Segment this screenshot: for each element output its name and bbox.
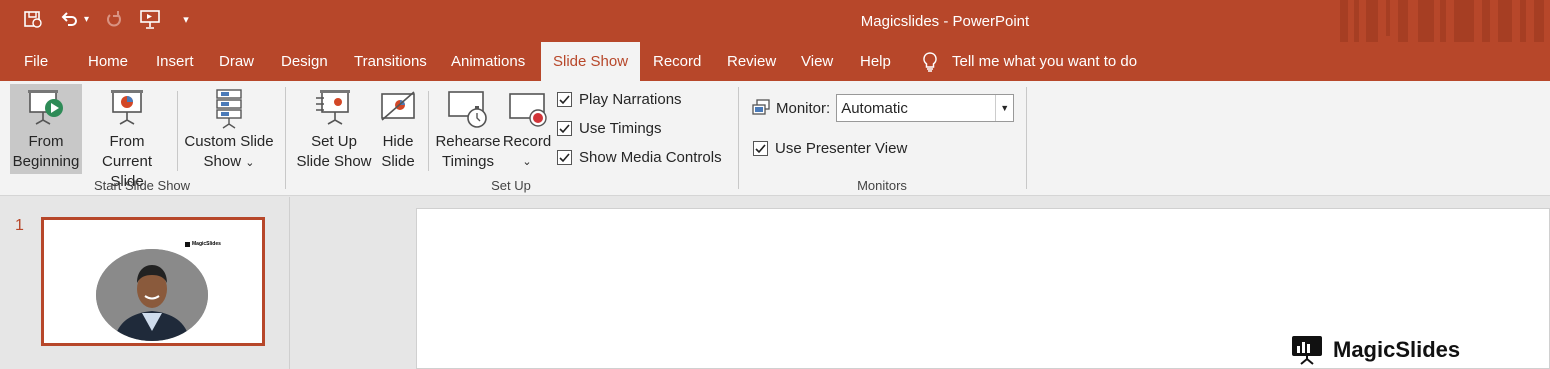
- brand-name: MagicSlides: [1333, 337, 1461, 362]
- tab-help[interactable]: Help: [848, 42, 903, 81]
- monitor-select[interactable]: Automatic ▼: [836, 94, 1015, 122]
- show-media-controls-label: Show Media Controls: [579, 149, 722, 166]
- use-timings-checkbox[interactable]: Use Timings: [557, 120, 662, 137]
- from-beginning-line1: From: [28, 133, 64, 150]
- tab-review[interactable]: Review: [715, 42, 788, 81]
- checkmark-icon: [557, 92, 572, 107]
- custom-slide-show-button[interactable]: Custom Slide Show ⌄: [182, 84, 276, 173]
- ribbon-tabs: File Home Insert Draw Design Transitions…: [0, 42, 1550, 81]
- slide-canvas[interactable]: MagicSlides: [416, 208, 1550, 369]
- setup-show-line2: Slide Show: [296, 153, 372, 170]
- show-media-controls-checkbox[interactable]: Show Media Controls: [557, 149, 722, 166]
- tab-draw[interactable]: Draw: [207, 42, 266, 81]
- from-current-line1: From: [109, 133, 145, 150]
- hide-slide-button[interactable]: Hide Slide: [376, 84, 420, 172]
- hide-slide-line2: Slide: [381, 153, 415, 170]
- title-bar-decoration: [1340, 0, 1544, 42]
- record-icon: [509, 93, 547, 127]
- checkmark-icon: [753, 141, 768, 156]
- tell-me-text: Tell me what you want to do: [952, 53, 1138, 70]
- thumbnail-logo: MagicSlides: [185, 241, 221, 247]
- presenter-view-label: Use Presenter View: [775, 140, 908, 157]
- use-timings-label: Use Timings: [579, 120, 662, 137]
- monitor-icon: [752, 99, 770, 115]
- monitor-row: Monitor: Automatic ▼: [752, 94, 1015, 122]
- magicslides-logo-icon: [1292, 336, 1322, 365]
- play-from-beginning-icon: [28, 90, 63, 125]
- from-current-slide-button[interactable]: From Current Slide: [84, 84, 170, 192]
- slide-number: 1: [15, 217, 24, 234]
- play-narrations-checkbox[interactable]: Play Narrations: [557, 91, 682, 108]
- group-divider: [177, 91, 178, 171]
- thumbnail-brand: MagicSlides: [192, 241, 221, 247]
- rehearse-line2: Timings: [442, 153, 494, 170]
- hide-slide-icon: [381, 91, 415, 121]
- custom-show-line1: Custom Slide: [184, 133, 274, 150]
- checkmark-icon: [557, 121, 572, 136]
- play-narrations-label: Play Narrations: [579, 91, 682, 108]
- hide-slide-line1: Hide: [382, 133, 414, 150]
- tab-insert[interactable]: Insert: [144, 42, 206, 81]
- checkmark-icon: [557, 150, 572, 165]
- play-from-current-icon: [111, 90, 143, 125]
- tell-me-search[interactable]: Tell me what you want to do: [920, 42, 1137, 81]
- rehearse-line1: Rehearse: [435, 133, 501, 150]
- group-divider: [285, 87, 286, 189]
- title-bar: ▾ ▾ Magicslides - PowerPoint: [0, 0, 1550, 42]
- tab-slide-show[interactable]: Slide Show: [541, 42, 641, 81]
- from-beginning-line2: Beginning: [12, 153, 80, 170]
- rehearse-timings-icon: [448, 91, 487, 128]
- window-title: Magicslides - PowerPoint: [860, 13, 1030, 30]
- group-label-set-up: Set Up: [491, 178, 531, 193]
- slide-thumbnail[interactable]: MagicSlides: [41, 217, 265, 346]
- from-beginning-button[interactable]: From Beginning: [10, 84, 82, 174]
- set-up-show-icon: [316, 90, 350, 125]
- record-line1: Record: [502, 133, 552, 150]
- tab-file[interactable]: File: [12, 42, 60, 81]
- custom-show-line2: Show: [203, 153, 242, 170]
- person-photo: [96, 249, 208, 341]
- group-divider: [1026, 87, 1027, 189]
- slide-thumbnail-pane: 1 MagicSlides: [0, 197, 290, 369]
- rehearse-timings-button[interactable]: Rehearse Timings: [434, 84, 502, 172]
- group-divider: [738, 87, 739, 189]
- chevron-down-icon: ⌄: [245, 157, 255, 169]
- tab-record[interactable]: Record: [641, 42, 713, 81]
- chevron-down-icon[interactable]: ▼: [995, 95, 1013, 121]
- tab-home[interactable]: Home: [76, 42, 140, 81]
- set-up-slide-show-button[interactable]: Set Up Slide Show: [294, 84, 374, 172]
- group-divider: [428, 91, 429, 171]
- group-label-start-slide-show: Start Slide Show: [93, 178, 191, 193]
- tab-view[interactable]: View: [789, 42, 845, 81]
- ribbon: From Beginning From Current Slide Custom…: [0, 81, 1550, 196]
- record-button[interactable]: Record ⌄: [502, 84, 552, 172]
- custom-slide-show-icon: [216, 89, 242, 129]
- monitor-value: Automatic: [841, 99, 908, 117]
- chevron-down-icon: ⌄: [522, 156, 532, 168]
- brand-logo: MagicSlides: [1291, 335, 1460, 365]
- tab-animations[interactable]: Animations: [439, 42, 537, 81]
- lightbulb-icon: [923, 51, 937, 72]
- monitor-label: Monitor:: [776, 99, 831, 117]
- tab-transitions[interactable]: Transitions: [342, 42, 439, 81]
- tab-design[interactable]: Design: [269, 42, 340, 81]
- group-label-monitors: Monitors: [857, 178, 907, 193]
- setup-show-line1: Set Up: [311, 133, 357, 150]
- use-presenter-view-checkbox[interactable]: Use Presenter View: [753, 140, 907, 157]
